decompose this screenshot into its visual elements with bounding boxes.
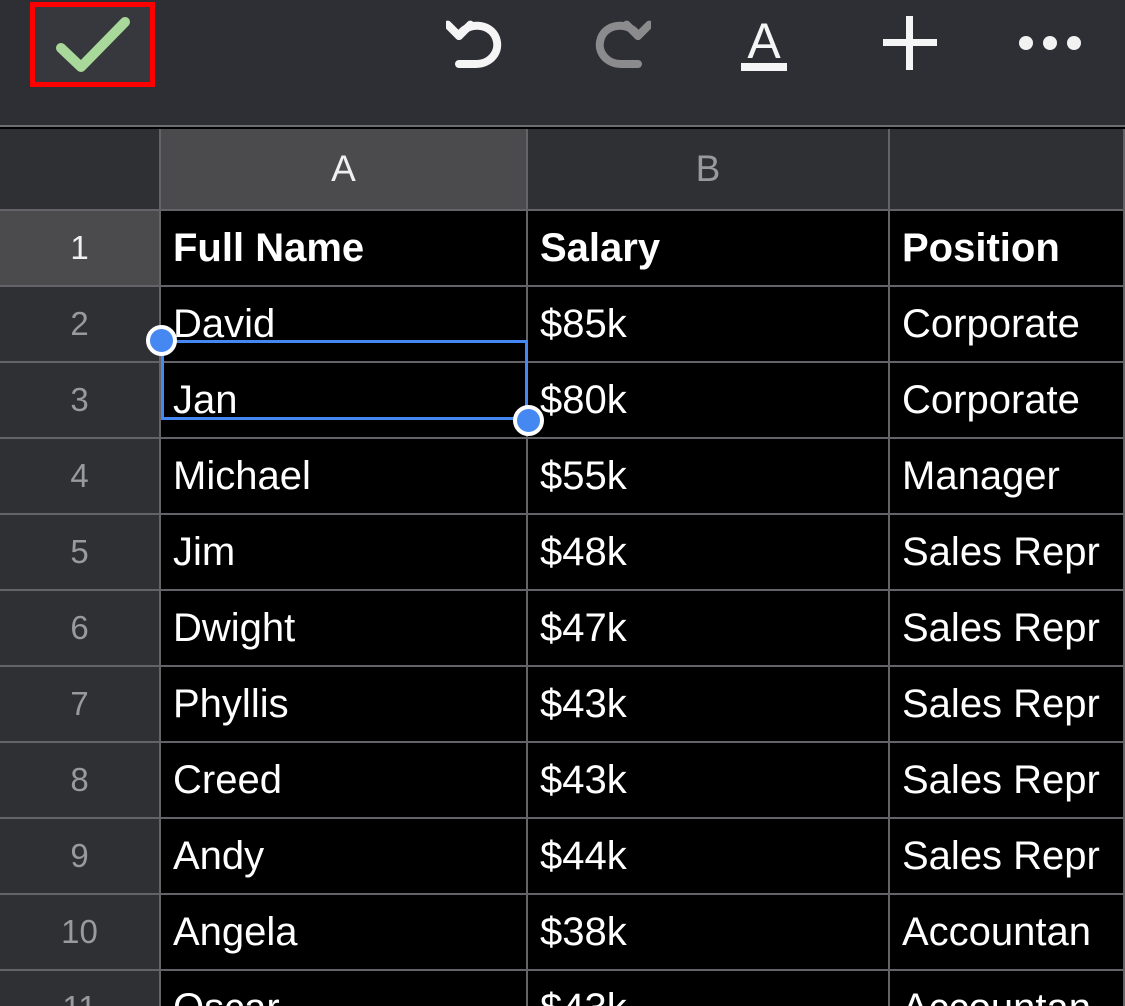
cell-c4[interactable]: Manager — [890, 439, 1125, 515]
accept-button[interactable] — [30, 2, 155, 87]
row-header-5[interactable]: 5 — [0, 515, 161, 591]
cell-a9[interactable]: Andy — [161, 819, 528, 895]
cell-b4[interactable]: $55k — [528, 439, 890, 515]
text-format-icon: A — [735, 10, 793, 76]
row-header-2[interactable]: 2 — [0, 287, 161, 363]
cell-b11[interactable]: $43k — [528, 971, 890, 1006]
table-row: 8 Creed $43k Sales Repr — [0, 743, 1125, 819]
cell-b5[interactable]: $48k — [528, 515, 890, 591]
cell-b2[interactable]: $85k — [528, 287, 890, 363]
cell-c6[interactable]: Sales Repr — [890, 591, 1125, 667]
cell-a5[interactable]: Jim — [161, 515, 528, 591]
cell-b10[interactable]: $38k — [528, 895, 890, 971]
cell-c8[interactable]: Sales Repr — [890, 743, 1125, 819]
format-button[interactable]: A — [727, 8, 801, 78]
cell-b8[interactable]: $43k — [528, 743, 890, 819]
row-header-3[interactable]: 3 — [0, 363, 161, 439]
table-row: 10 Angela $38k Accountan — [0, 895, 1125, 971]
redo-icon — [589, 14, 651, 72]
cell-a10[interactable]: Angela — [161, 895, 528, 971]
table-row: 9 Andy $44k Sales Repr — [0, 819, 1125, 895]
cell-b1[interactable]: Salary — [528, 211, 890, 287]
cell-c1[interactable]: Position — [890, 211, 1125, 287]
cell-a7[interactable]: Phyllis — [161, 667, 528, 743]
add-button[interactable] — [873, 10, 947, 76]
cell-a2[interactable]: David — [161, 287, 528, 363]
toolbar: A — [0, 0, 1125, 127]
column-header-b[interactable]: B — [528, 129, 890, 211]
cell-a4[interactable]: Michael — [161, 439, 528, 515]
row-header-6[interactable]: 6 — [0, 591, 161, 667]
column-header-a[interactable]: A — [161, 129, 528, 211]
table-row: 5 Jim $48k Sales Repr — [0, 515, 1125, 591]
cell-c10[interactable]: Accountan — [890, 895, 1125, 971]
table-row: 7 Phyllis $43k Sales Repr — [0, 667, 1125, 743]
cell-a11[interactable]: Oscar — [161, 971, 528, 1006]
redo-button[interactable] — [583, 10, 657, 76]
cell-c3[interactable]: Corporate — [890, 363, 1125, 439]
svg-text:A: A — [747, 13, 781, 69]
table-row: 1 Full Name Salary Position — [0, 211, 1125, 287]
table-row: 4 Michael $55k Manager — [0, 439, 1125, 515]
cell-b7[interactable]: $43k — [528, 667, 890, 743]
selection-handle-top-left[interactable] — [146, 325, 177, 356]
spreadsheet-grid[interactable]: A B 1 Full Name Salary Position 2 David … — [0, 129, 1125, 1006]
more-options-icon — [1019, 36, 1081, 50]
row-header-9[interactable]: 9 — [0, 819, 161, 895]
cell-c7[interactable]: Sales Repr — [890, 667, 1125, 743]
row-header-8[interactable]: 8 — [0, 743, 161, 819]
table-row: 11 Oscar $43k Accountan — [0, 971, 1125, 1006]
cell-a8[interactable]: Creed — [161, 743, 528, 819]
checkmark-icon — [56, 17, 130, 73]
cell-a3[interactable]: Jan — [161, 363, 528, 439]
cell-c2[interactable]: Corporate — [890, 287, 1125, 363]
row-header-7[interactable]: 7 — [0, 667, 161, 743]
undo-icon — [446, 14, 508, 72]
cell-a1[interactable]: Full Name — [161, 211, 528, 287]
column-header-row: A B — [0, 129, 1125, 211]
undo-button[interactable] — [440, 10, 514, 76]
row-header-11[interactable]: 11 — [0, 971, 161, 1006]
cell-b9[interactable]: $44k — [528, 819, 890, 895]
cell-a6[interactable]: Dwight — [161, 591, 528, 667]
spreadsheet-app: A A B — [0, 0, 1125, 1006]
cell-b6[interactable]: $47k — [528, 591, 890, 667]
row-header-10[interactable]: 10 — [0, 895, 161, 971]
column-header-c[interactable] — [890, 129, 1125, 211]
plus-icon — [880, 13, 940, 73]
cell-c9[interactable]: Sales Repr — [890, 819, 1125, 895]
row-header-1[interactable]: 1 — [0, 211, 161, 287]
table-row: 3 Jan $80k Corporate — [0, 363, 1125, 439]
more-button[interactable] — [1013, 14, 1087, 72]
row-header-4[interactable]: 4 — [0, 439, 161, 515]
table-row: 6 Dwight $47k Sales Repr — [0, 591, 1125, 667]
cell-c5[interactable]: Sales Repr — [890, 515, 1125, 591]
select-all-corner[interactable] — [0, 129, 161, 211]
cell-c11[interactable]: Accountan — [890, 971, 1125, 1006]
cell-b3[interactable]: $80k — [528, 363, 890, 439]
selection-handle-bottom-right[interactable] — [513, 405, 544, 436]
